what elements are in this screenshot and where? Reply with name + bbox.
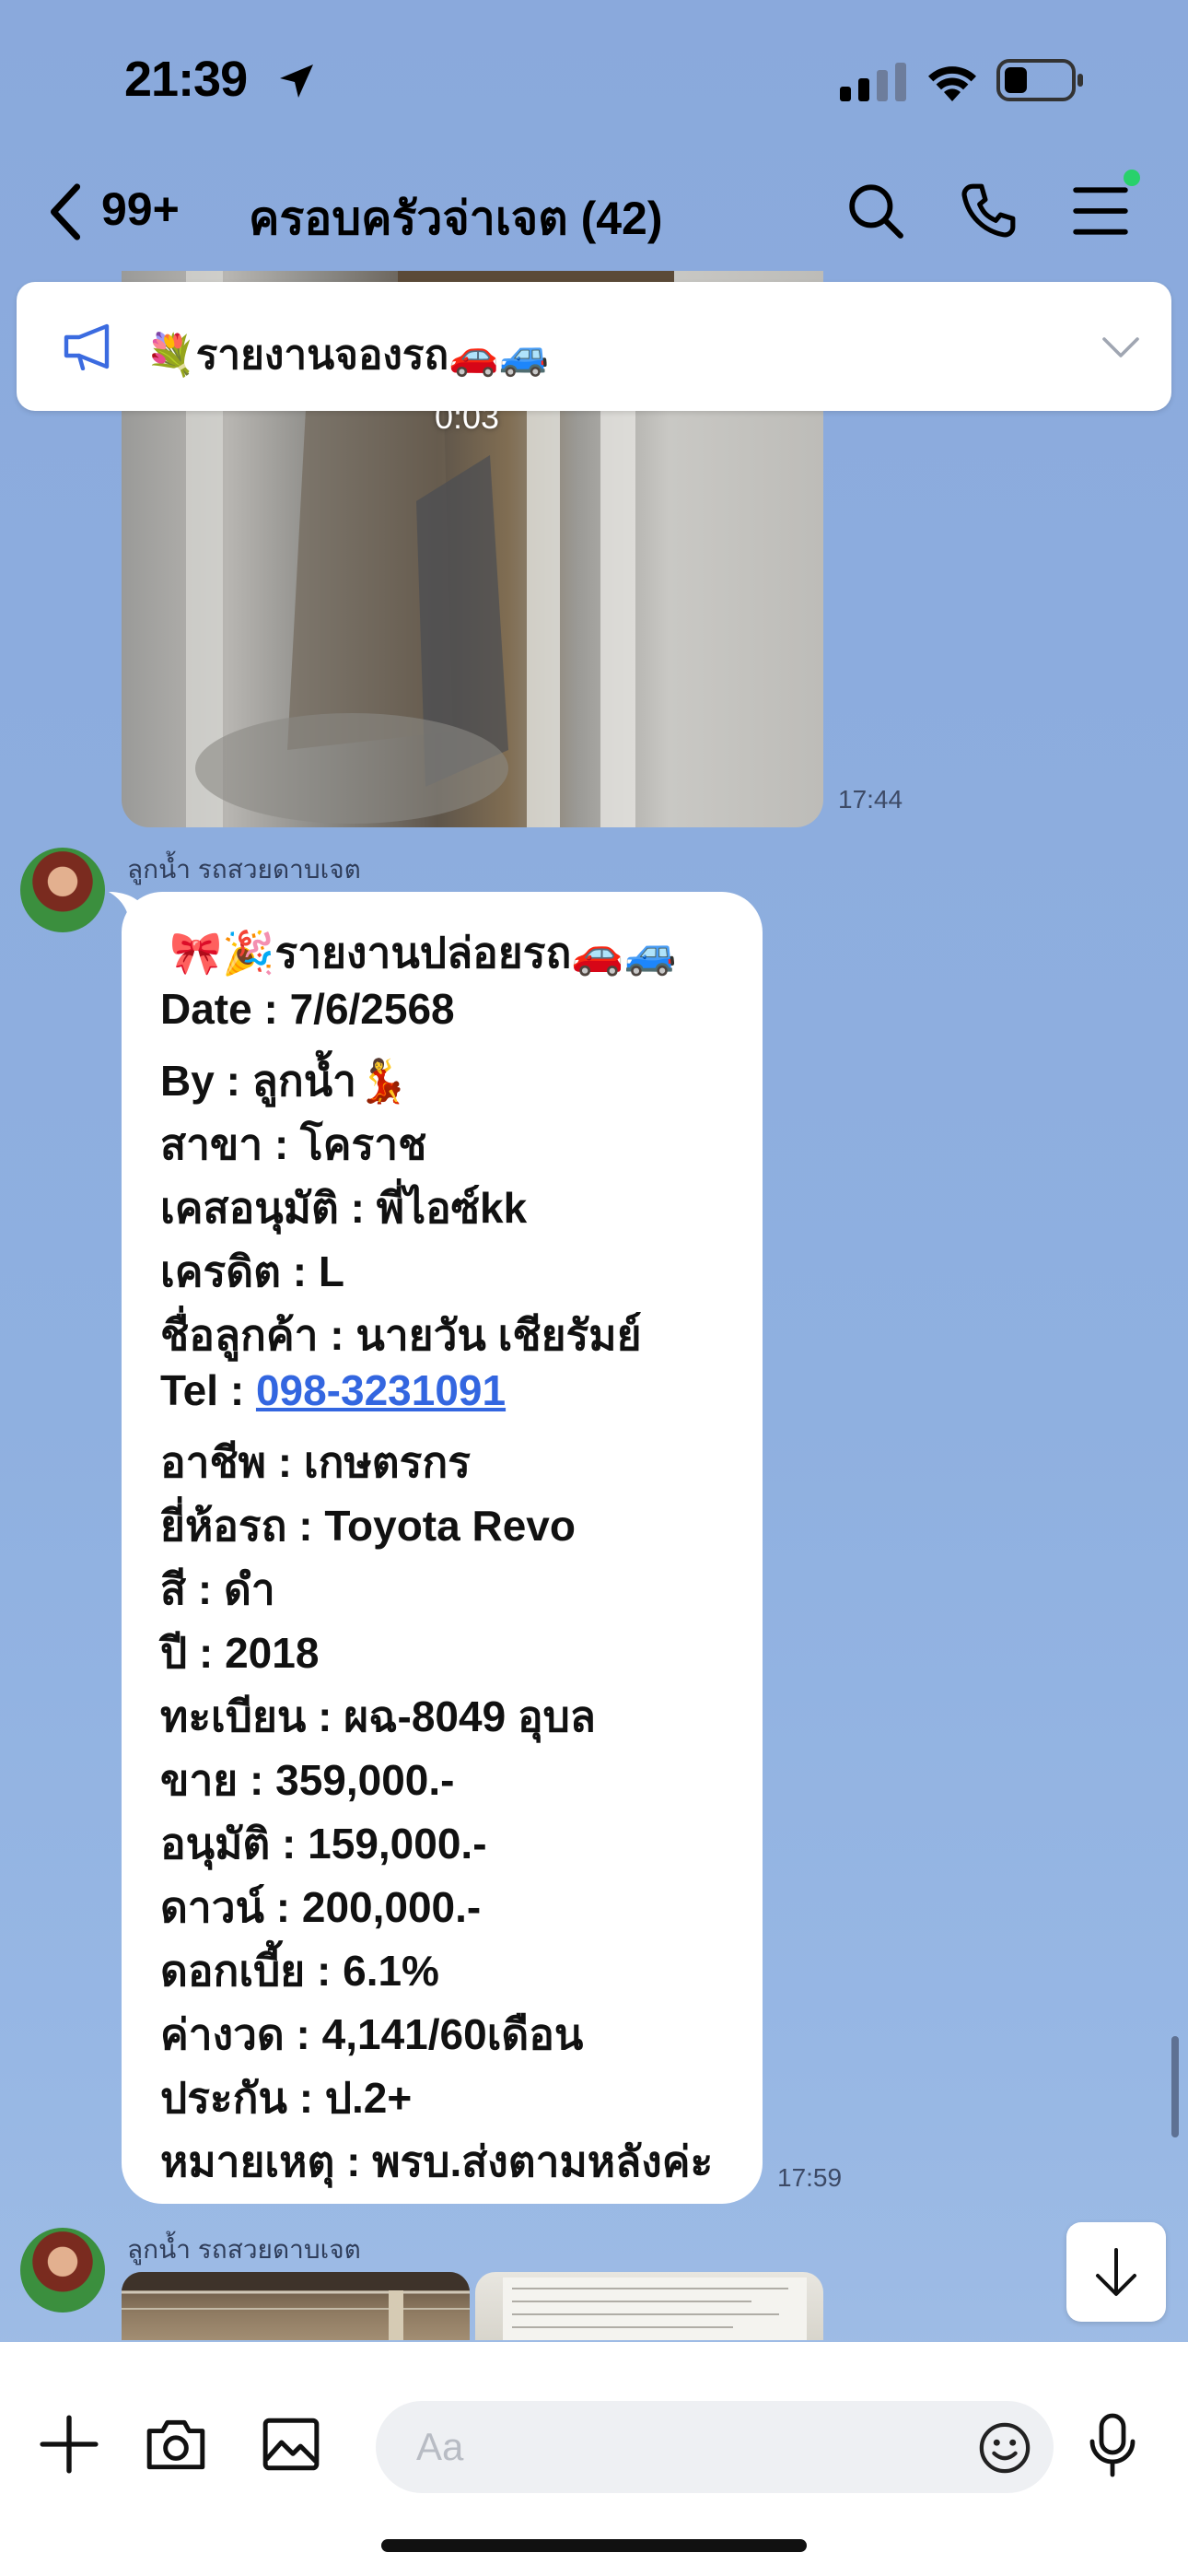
message-line-branch: สาขา : โคราช: [160, 1120, 427, 1168]
announcement-text: 💐รายงานจองรถ🚗🚙: [146, 333, 550, 378]
photo-message[interactable]: [122, 2272, 470, 2340]
phone-call-icon[interactable]: [958, 181, 1019, 241]
message-line-occupation: อาชีพ : เกษตรกร: [160, 1438, 471, 1486]
plus-icon[interactable]: [39, 2414, 99, 2475]
message-line-interest: ดอกเบี้ย : 6.1%: [160, 1947, 439, 1995]
message-line-by: By : ลูกน้ำ💃: [160, 1057, 410, 1105]
home-indicator: [381, 2539, 807, 2552]
announcement-banner[interactable]: 💐รายงานจองรถ🚗🚙: [17, 282, 1171, 411]
message-line-year: ปี : 2018: [160, 1629, 320, 1677]
message-line-price: ขาย : 359,000.-: [160, 1756, 455, 1804]
microphone-icon[interactable]: [1087, 2412, 1138, 2478]
battery-icon: [996, 59, 1083, 101]
scroll-to-bottom-button[interactable]: [1066, 2222, 1166, 2322]
scrollbar[interactable]: [1171, 2036, 1179, 2137]
notification-dot: [1124, 170, 1140, 186]
status-time: 21:39: [124, 52, 248, 107]
menu-icon[interactable]: [1072, 181, 1129, 241]
message-line-insurance: ประกัน : ป.2+: [160, 2074, 413, 2122]
message-line-tel: Tel : 098-3231091: [160, 1365, 506, 1415]
emoji-icon[interactable]: [978, 2421, 1031, 2475]
message-heading: 🎀🎉รายงานปล่อยรถ🚗🚙: [169, 929, 677, 977]
message-line-installment: ค่างวด : 4,141/60เดือน: [160, 2010, 584, 2058]
message-line-approved: อนุมัติ : 159,000.-: [160, 1820, 487, 1868]
avatar[interactable]: [20, 848, 105, 932]
search-icon[interactable]: [845, 181, 906, 241]
chat-screen: { "status_bar": { "time": "21:39" }, "he…: [0, 0, 1188, 2576]
message-line-credit: เครดิต : L: [160, 1247, 344, 1295]
sender-name: ลูกน้ำ รถสวยดาบเจต: [127, 855, 361, 884]
sender-name: ลูกน้ำ รถสวยดาบเจต: [127, 2235, 361, 2264]
photo-thumbnail: [122, 2272, 470, 2340]
message-line-approver: เคสอนุมัติ : พี่ไอซ์kk: [160, 1184, 528, 1232]
wifi-icon: [928, 66, 976, 101]
arrow-down-icon: [1096, 2248, 1136, 2296]
avatar[interactable]: [20, 2228, 105, 2313]
message-line-color: สี : ดำ: [160, 1565, 275, 1613]
photo-message[interactable]: [475, 2272, 823, 2340]
chevron-down-icon[interactable]: [1100, 334, 1142, 361]
camera-icon[interactable]: [144, 2414, 208, 2475]
document-photo-thumbnail: [503, 2277, 807, 2340]
cellular-signal-icon: [840, 63, 906, 101]
message-line-brand: ยี่ห้อรถ : Toyota Revo: [160, 1502, 576, 1550]
message-line-date: Date : 7/6/2568: [160, 985, 455, 1033]
megaphone-icon: [64, 323, 110, 370]
message-input[interactable]: Aa: [376, 2401, 1054, 2493]
message-time: 17:59: [777, 2163, 843, 2192]
phone-link[interactable]: 098-3231091: [256, 1366, 506, 1414]
message-line-customer: ชื่อลูกค้า : นายวัน เชียรัมย์: [160, 1311, 642, 1359]
back-chevron-icon[interactable]: [44, 180, 88, 244]
tel-label: Tel :: [160, 1366, 256, 1414]
message-line-note: หมายเหตุ : พรบ.ส่งตามหลังค่ะ: [160, 2137, 714, 2185]
message-line-plate: ทะเบียน : ผฉ-8049 อุบล: [160, 1692, 596, 1740]
message-bubble[interactable]: 🎀🎉รายงานปล่อยรถ🚗🚙 Date : 7/6/2568 By : ล…: [122, 892, 763, 2204]
message-input-bar: Aa: [0, 2342, 1188, 2576]
image-icon[interactable]: [260, 2414, 322, 2475]
location-arrow-icon: [280, 64, 313, 98]
unread-count[interactable]: 99+: [101, 182, 180, 236]
message-line-down: ดาวน์ : 200,000.-: [160, 1883, 482, 1931]
message-time: 17:44: [838, 785, 903, 814]
input-placeholder: Aa: [416, 2425, 464, 2468]
chat-title: ครอบครัวจ่าเจต (42): [249, 193, 663, 244]
